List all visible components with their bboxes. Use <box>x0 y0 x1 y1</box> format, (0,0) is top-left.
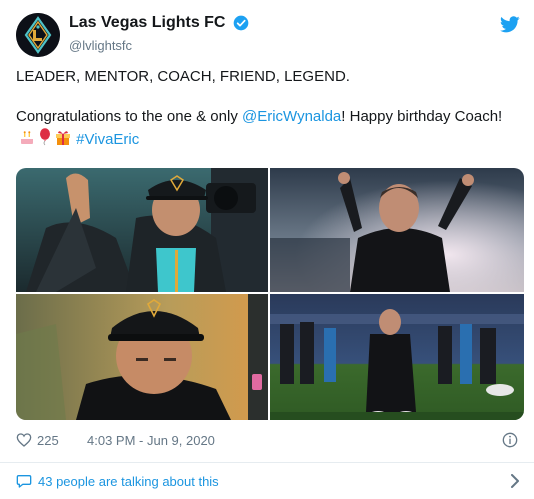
photo-coach-fist-pump[interactable] <box>16 168 268 292</box>
cap-closeup-photo-image <box>16 294 268 420</box>
tweet-text-segment: Congratulations to the one & only <box>16 108 242 125</box>
gift-emoji-icon <box>56 131 70 145</box>
hashtag-link[interactable]: #VivaEric <box>76 131 139 148</box>
mention-link[interactable]: @EricWynalda <box>242 108 341 125</box>
cake-emoji-icon <box>21 131 33 144</box>
speech-bubble-icon <box>16 475 32 488</box>
balloon-emoji-icon <box>40 128 50 146</box>
display-name[interactable]: Las Vegas Lights FC <box>69 14 225 32</box>
tweet-text-segment: ! Happy birthday Coach! <box>341 108 503 125</box>
like-button[interactable]: 225 <box>16 432 59 448</box>
tweet-text: LEADER, MENTOR, COACH, FRIEND, LEGEND. C… <box>16 66 512 169</box>
walking-field-photo-image <box>270 294 524 420</box>
arms-raised-photo-image <box>270 168 524 292</box>
photo-walking-field[interactable] <box>270 294 524 420</box>
timestamp-link[interactable]: 4:03 PM - Jun 9, 2020 <box>87 433 215 448</box>
account-names: Las Vegas Lights FC @lvlightsfc <box>69 14 249 53</box>
avatar[interactable] <box>16 13 60 57</box>
twitter-bird-icon[interactable] <box>500 16 520 33</box>
tweet-meta: 225 4:03 PM - Jun 9, 2020 <box>16 432 518 452</box>
heart-icon <box>16 433 32 447</box>
info-icon[interactable] <box>502 432 518 448</box>
account-handle[interactable]: @lvlightsfc <box>69 38 249 53</box>
photo-arms-raised[interactable] <box>270 168 524 292</box>
tweet-line-1: LEADER, MENTOR, COACH, FRIEND, LEGEND. <box>16 68 350 85</box>
coach-fist-pump-photo-image <box>16 168 268 292</box>
divider <box>0 462 534 463</box>
chevron-right-icon[interactable] <box>510 474 520 488</box>
like-count: 225 <box>37 432 59 448</box>
tweet-line-2: Congratulations to the one & only @EricW… <box>16 106 512 151</box>
conversation-label: 43 people are talking about this <box>38 473 219 489</box>
tweet-header: Las Vegas Lights FC @lvlightsfc <box>16 12 520 58</box>
verified-badge-icon <box>233 15 249 31</box>
photo-cap-closeup[interactable] <box>16 294 268 420</box>
conversation-link[interactable]: 43 people are talking about this <box>16 470 520 492</box>
tweet-card: Las Vegas Lights FC @lvlightsfc LEADER, … <box>0 0 534 499</box>
media-grid <box>16 168 524 420</box>
